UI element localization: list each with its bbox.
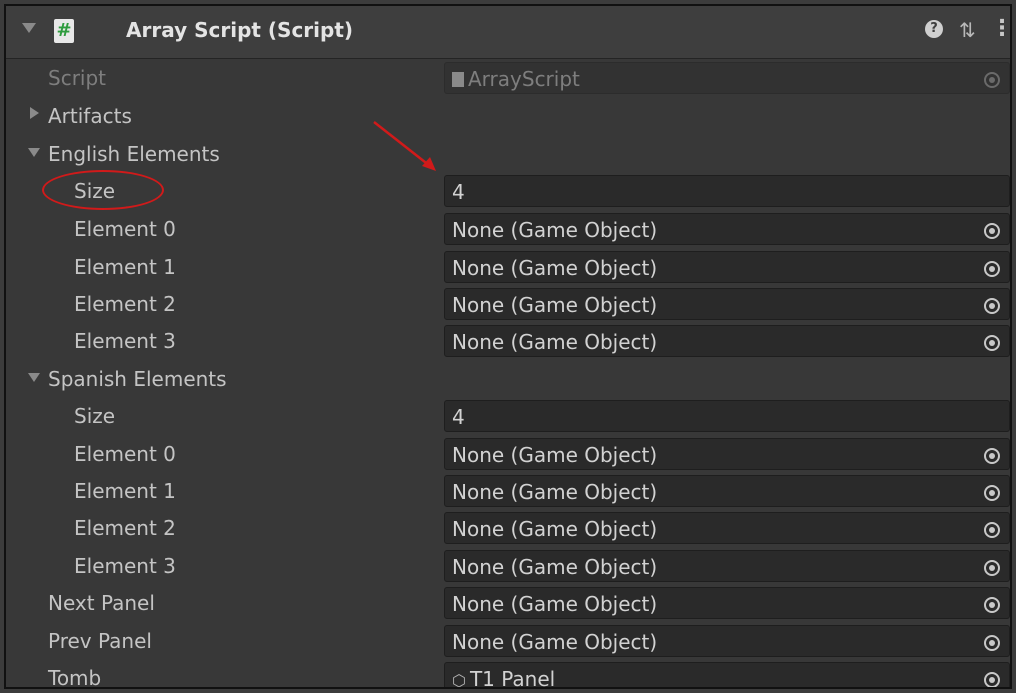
object-picker-icon bbox=[984, 72, 1000, 88]
object-value: None (Game Object) bbox=[452, 218, 658, 242]
artifacts-foldout[interactable]: Artifacts bbox=[6, 98, 1010, 134]
annotation-circle bbox=[42, 170, 164, 210]
spanish-size-row: Size 4 bbox=[6, 398, 1010, 434]
collapsed-triangle-icon[interactable] bbox=[30, 107, 39, 119]
object-picker-icon[interactable] bbox=[984, 560, 1000, 576]
english-element-row: Element 2 None (Game Object) bbox=[6, 286, 1010, 322]
fold-triangle-icon[interactable] bbox=[22, 23, 36, 33]
next-panel-label: Next Panel bbox=[48, 591, 155, 615]
english-elements-foldout[interactable]: English Elements bbox=[6, 136, 1010, 172]
prev-panel-label: Prev Panel bbox=[48, 629, 152, 653]
object-picker-icon[interactable] bbox=[984, 261, 1000, 277]
annotation-arrow bbox=[373, 121, 436, 171]
script-icon: # bbox=[54, 19, 74, 43]
object-picker-icon[interactable] bbox=[984, 672, 1000, 687]
next-panel-row: Next Panel None (Game Object) bbox=[6, 585, 1010, 621]
object-picker-icon[interactable] bbox=[984, 485, 1000, 501]
object-value: T1 Panel bbox=[469, 667, 556, 689]
object-field[interactable]: None (Game Object) bbox=[444, 475, 1010, 507]
object-value: None (Game Object) bbox=[452, 443, 658, 467]
element-label: Element 0 bbox=[74, 442, 176, 466]
object-value: None (Game Object) bbox=[452, 480, 658, 504]
object-value: None (Game Object) bbox=[452, 330, 658, 354]
english-element-row: Element 0 None (Game Object) bbox=[6, 211, 1010, 247]
presets-icon[interactable]: ⇅ bbox=[959, 18, 976, 42]
element-label: Element 0 bbox=[74, 217, 176, 241]
element-label: Element 1 bbox=[74, 479, 176, 503]
object-value: None (Game Object) bbox=[452, 555, 658, 579]
english-element-row: Element 1 None (Game Object) bbox=[6, 249, 1010, 285]
component-header[interactable]: # Array Script (Script) ? ⇅ ⋮ bbox=[6, 6, 1010, 59]
element-label: Element 1 bbox=[74, 255, 176, 279]
help-icon[interactable]: ? bbox=[925, 20, 943, 38]
expanded-triangle-icon[interactable] bbox=[28, 373, 40, 382]
size-label: Size bbox=[74, 404, 116, 428]
prefab-cube-icon: ⬡ bbox=[452, 671, 466, 689]
spanish-elements-foldout[interactable]: Spanish Elements bbox=[6, 361, 1010, 397]
expanded-triangle-icon[interactable] bbox=[28, 148, 40, 157]
object-field[interactable]: None (Game Object) bbox=[444, 213, 1010, 245]
spanish-element-row: Element 2 None (Game Object) bbox=[6, 510, 1010, 546]
spanish-element-row: Element 1 None (Game Object) bbox=[6, 473, 1010, 509]
object-value: None (Game Object) bbox=[452, 256, 658, 280]
object-field[interactable]: None (Game Object) bbox=[444, 550, 1010, 582]
english-elements-label: English Elements bbox=[48, 142, 220, 166]
spanish-size-field[interactable]: 4 bbox=[444, 400, 1010, 432]
object-field[interactable]: None (Game Object) bbox=[444, 251, 1010, 283]
object-picker-icon[interactable] bbox=[984, 635, 1000, 651]
object-picker-icon[interactable] bbox=[984, 298, 1000, 314]
object-field[interactable]: None (Game Object) bbox=[444, 325, 1010, 357]
script-field: ArrayScript bbox=[444, 62, 1010, 94]
element-label: Element 3 bbox=[74, 554, 176, 578]
script-value: ArrayScript bbox=[468, 67, 580, 91]
tomb-label: Tomb bbox=[48, 666, 102, 689]
english-size-field[interactable]: 4 bbox=[444, 175, 1010, 207]
size-value: 4 bbox=[452, 180, 465, 204]
script-label: Script bbox=[48, 66, 107, 90]
object-picker-icon[interactable] bbox=[984, 522, 1000, 538]
object-value: None (Game Object) bbox=[452, 592, 658, 616]
english-element-row: Element 3 None (Game Object) bbox=[6, 323, 1010, 359]
object-picker-icon[interactable] bbox=[984, 335, 1000, 351]
tomb-field[interactable]: ⬡ T1 Panel bbox=[444, 662, 1010, 689]
spanish-elements-label: Spanish Elements bbox=[48, 367, 227, 391]
prev-panel-row: Prev Panel None (Game Object) bbox=[6, 623, 1010, 659]
spanish-element-row: Element 3 None (Game Object) bbox=[6, 548, 1010, 584]
object-field[interactable]: None (Game Object) bbox=[444, 438, 1010, 470]
spanish-element-row: Element 0 None (Game Object) bbox=[6, 436, 1010, 472]
component-title: Array Script (Script) bbox=[126, 18, 354, 42]
object-value: None (Game Object) bbox=[452, 630, 658, 654]
object-picker-icon[interactable] bbox=[984, 448, 1000, 464]
tomb-row: Tomb ⬡ T1 Panel bbox=[6, 660, 1010, 689]
more-menu-icon[interactable]: ⋮ bbox=[991, 16, 1010, 41]
object-picker-icon[interactable] bbox=[984, 223, 1000, 239]
element-label: Element 2 bbox=[74, 516, 176, 540]
object-picker-icon[interactable] bbox=[984, 597, 1000, 613]
element-label: Element 3 bbox=[74, 329, 176, 353]
artifacts-label: Artifacts bbox=[48, 104, 132, 128]
next-panel-field[interactable]: None (Game Object) bbox=[444, 587, 1010, 619]
prev-panel-field[interactable]: None (Game Object) bbox=[444, 625, 1010, 657]
inspector-component: # Array Script (Script) ? ⇅ ⋮ Script Arr… bbox=[4, 4, 1012, 689]
script-row: Script ArrayScript bbox=[6, 60, 1010, 96]
object-value: None (Game Object) bbox=[452, 293, 658, 317]
object-field[interactable]: None (Game Object) bbox=[444, 512, 1010, 544]
object-field[interactable]: None (Game Object) bbox=[444, 288, 1010, 320]
object-value: None (Game Object) bbox=[452, 517, 658, 541]
script-file-icon bbox=[452, 72, 464, 87]
element-label: Element 2 bbox=[74, 292, 176, 316]
size-value: 4 bbox=[452, 405, 465, 429]
